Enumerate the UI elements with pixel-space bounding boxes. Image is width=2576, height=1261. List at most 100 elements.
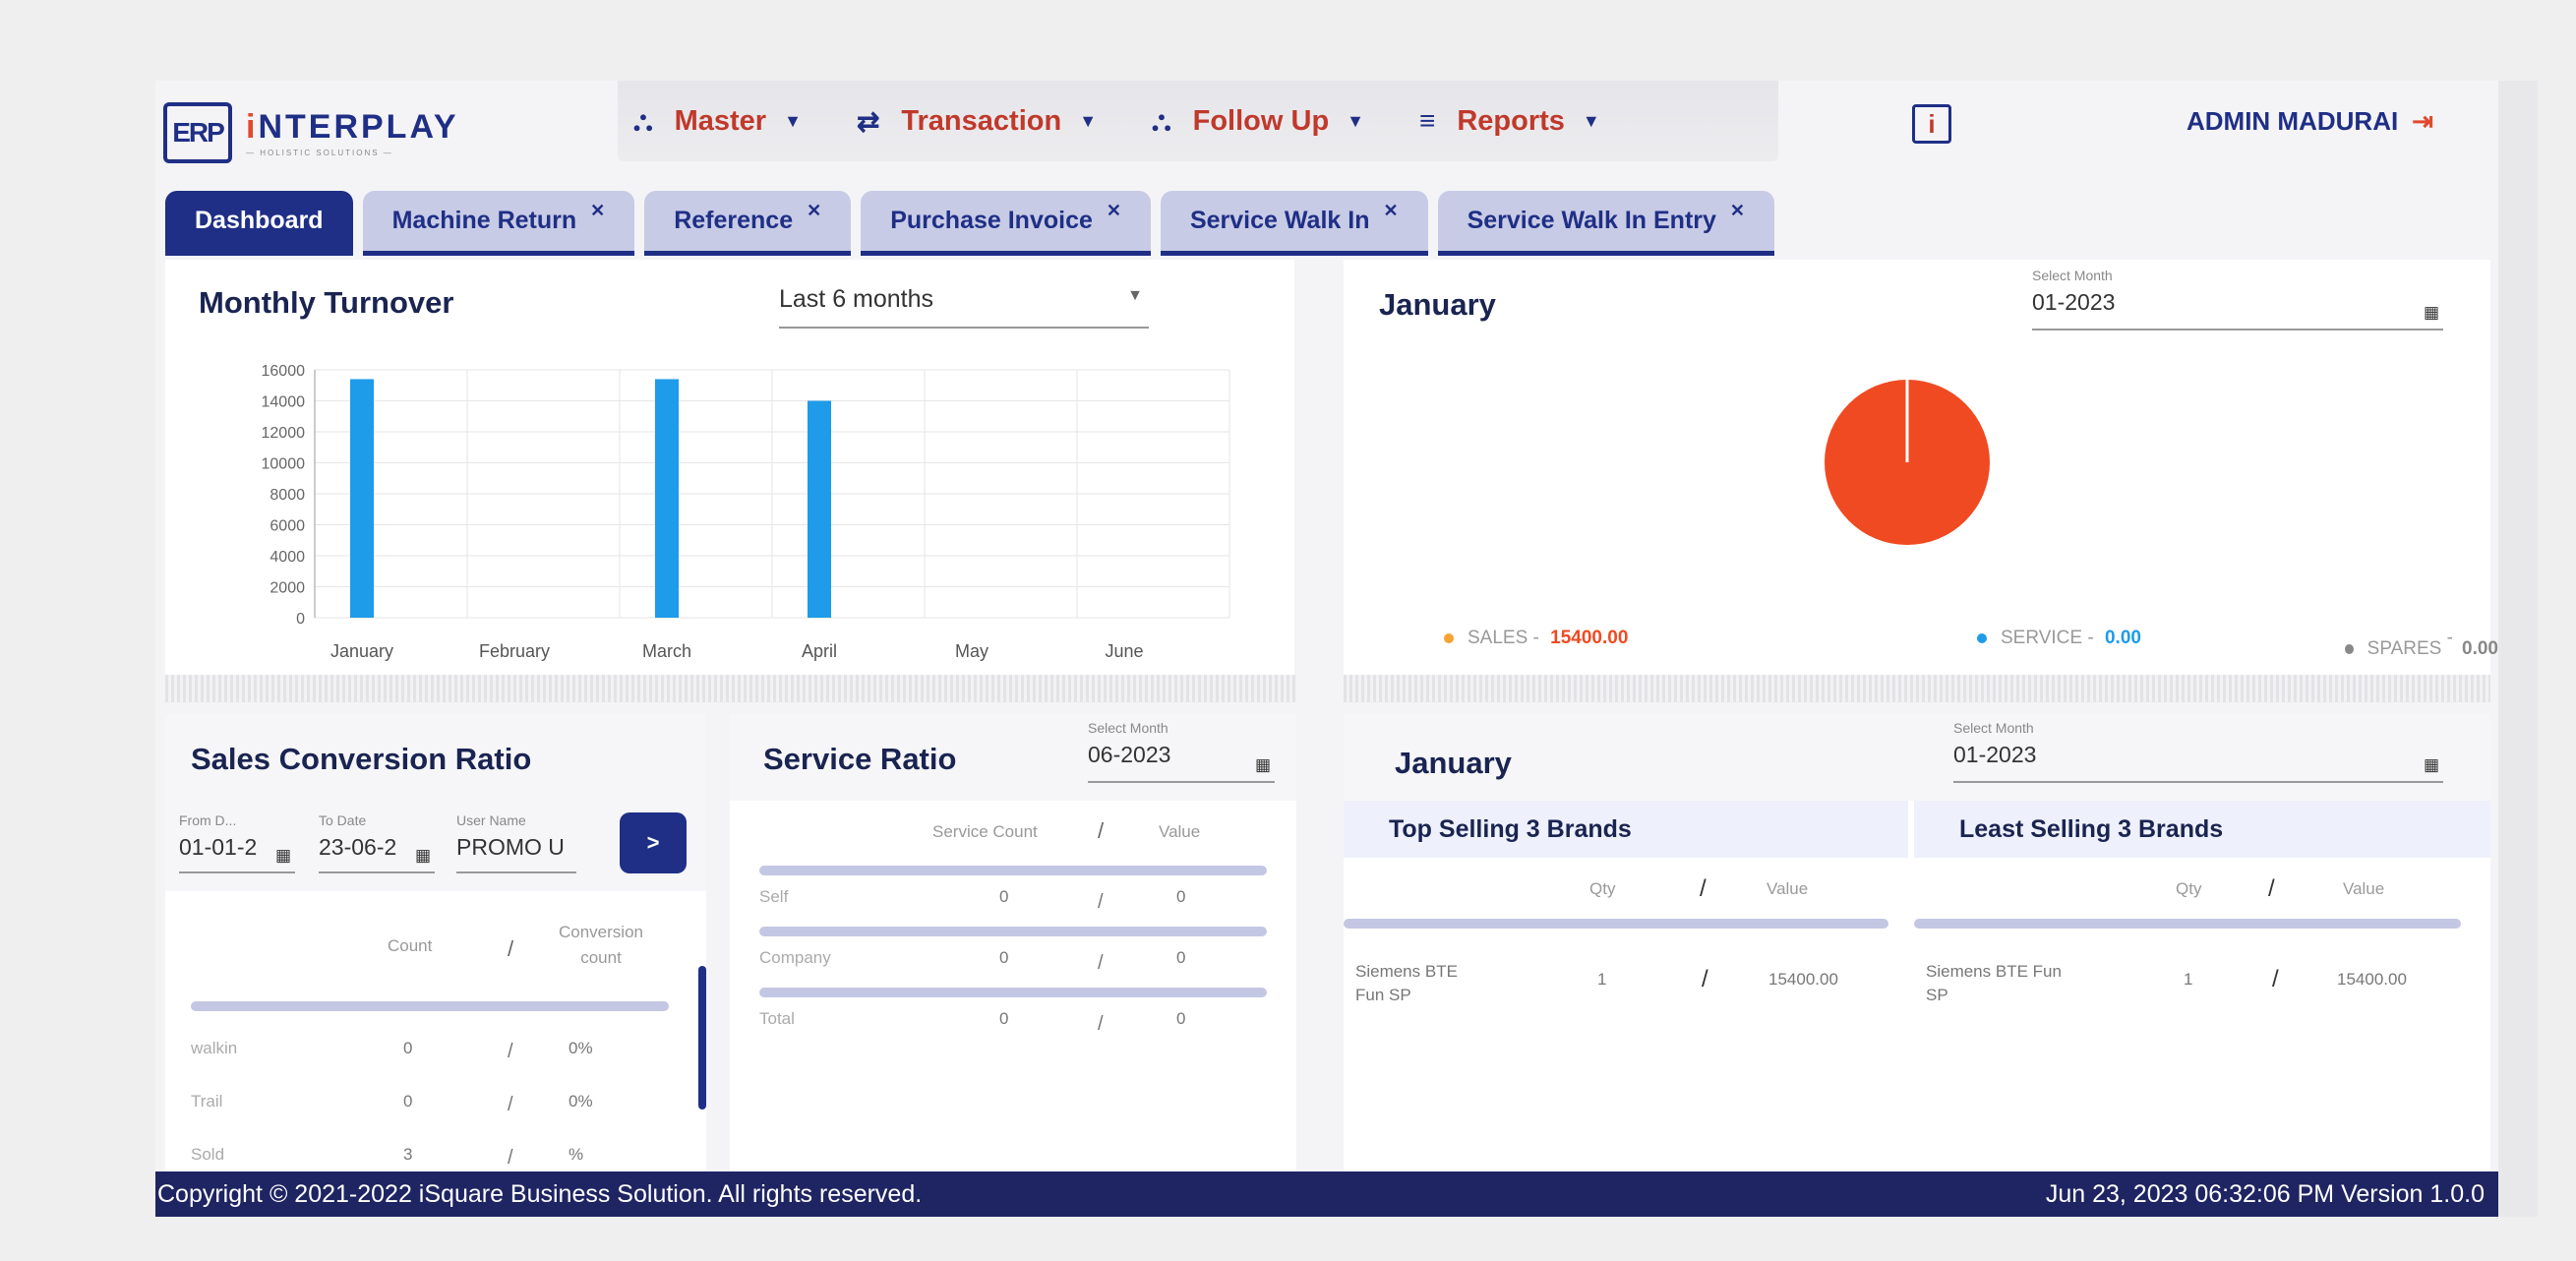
col-service-count-header: Service Count — [932, 822, 1038, 841]
least-selling-header: Least Selling 3 Brands — [1914, 801, 2490, 858]
x-tick-label: June — [1105, 641, 1143, 661]
calendar-icon[interactable]: ▦ — [275, 846, 291, 866]
pie-month-value: 01-2023 — [2032, 289, 2116, 315]
main-menu: ⛬ Master ▼ ⇄ Transaction ▼ ⛬ Follow Up ▼… — [618, 81, 1778, 161]
to-date-field[interactable]: To Date 23-06-2 ▦ — [319, 812, 435, 873]
bar-march — [655, 379, 679, 618]
logo-name: iNTERPLAY — [246, 108, 459, 146]
calendar-icon[interactable]: ▦ — [2424, 755, 2439, 775]
table-header-bar — [759, 866, 1267, 875]
y-tick-label: 0 — [296, 611, 305, 628]
close-icon[interactable]: ✕ — [590, 201, 605, 221]
y-tick-label: 2000 — [270, 580, 305, 597]
sales-conversion-panel: Sales Conversion Ratio From D... 01-01-2… — [165, 714, 706, 1176]
x-tick-label: March — [642, 641, 691, 661]
y-tick-label: 12000 — [262, 425, 306, 442]
x-tick-label: April — [802, 641, 837, 661]
table-row: Total — [759, 1009, 795, 1028]
logo-tagline: — HOLISTIC SOLUTIONS — — [246, 149, 393, 157]
table-row: walkin — [191, 1039, 238, 1057]
calendar-icon[interactable]: ▦ — [415, 846, 431, 866]
pie-month-field[interactable]: Select Month 01-2023 ▦ — [2032, 268, 2443, 330]
tab-service-walk-in[interactable]: Service Walk In ✕ — [1160, 191, 1428, 256]
tab-reference[interactable]: Reference ✕ — [644, 191, 852, 256]
service-month-field[interactable]: Select Month 06-2023 ▦ — [1088, 720, 1275, 783]
user-name-field[interactable]: User Name PROMO U — [456, 812, 576, 873]
user-menu[interactable]: ADMIN MADURAI ⇥ — [2187, 106, 2433, 137]
menu-transaction-label: Transaction — [901, 104, 1062, 137]
sales-conversion-title: Sales Conversion Ratio — [191, 742, 532, 776]
panel-divider — [165, 675, 1296, 702]
table-row: Siemens BTE Fun SP — [1355, 962, 1458, 1004]
period-select[interactable]: Last 6 months ▼ — [779, 281, 1149, 329]
calendar-icon[interactable]: ▦ — [2424, 303, 2439, 323]
legend-dot — [1444, 633, 1454, 643]
x-tick-label: May — [955, 641, 988, 661]
panel-divider — [1344, 675, 2490, 702]
caret-down-icon: ▼ — [1347, 110, 1364, 131]
monthly-turnover-panel: Monthly Turnover Last 6 months ▼ 0 2000 40… — [165, 260, 1294, 698]
period-select-value: Last 6 months — [779, 285, 934, 313]
y-tick-label: 6000 — [270, 518, 305, 535]
close-icon[interactable]: ✕ — [807, 201, 821, 221]
menu-reports[interactable]: ≡ Reports ▼ — [1419, 105, 1600, 138]
scrollbar-thumb[interactable] — [698, 966, 706, 1110]
close-icon[interactable]: ✕ — [1107, 201, 1121, 221]
brands-title: January — [1395, 746, 1512, 780]
menu-master[interactable]: ⛬ Master ▼ — [633, 105, 802, 138]
calendar-icon[interactable]: ▦ — [1255, 755, 1271, 775]
from-date-field[interactable]: From D... 01-01-2 ▦ — [179, 812, 295, 873]
y-tick-label: 8000 — [270, 487, 305, 504]
close-icon[interactable]: ✕ — [1383, 201, 1398, 221]
menu-follow-up[interactable]: ⛬ Follow Up ▼ — [1152, 105, 1364, 138]
legend-dot — [1977, 633, 1987, 643]
bar-january — [350, 379, 374, 618]
tab-machine-return[interactable]: Machine Return ✕ — [362, 191, 635, 256]
monthly-turnover-title: Monthly Turnover — [199, 285, 454, 320]
erp-logo-icon: ERP — [163, 102, 232, 163]
tab-service-walk-in-entry[interactable]: Service Walk In Entry ✕ — [1437, 191, 1775, 256]
logout-icon[interactable]: ⇥ — [2412, 106, 2433, 137]
sitemap-icon: ⛬ — [1152, 104, 1171, 136]
tab-purchase-invoice[interactable]: Purchase Invoice ✕ — [861, 191, 1151, 256]
table-row: Self — [759, 887, 789, 906]
footer: Copyright © 2021-2022 iSquare Business S… — [155, 1171, 2498, 1217]
exchange-icon: ⇄ — [856, 105, 880, 137]
col-conversion-header: Conversion count — [559, 923, 643, 967]
top-selling-header: Top Selling 3 Brands — [1344, 801, 1908, 858]
x-tick-label: January — [330, 641, 393, 661]
close-icon[interactable]: ✕ — [1730, 201, 1745, 221]
menu-master-label: Master — [674, 104, 767, 137]
legend-sales: SALES - 15400.00 — [1444, 628, 1628, 649]
col-value-header: Value — [1159, 822, 1201, 841]
col-count-header: Count — [388, 936, 433, 955]
user-name: ADMIN MADURAI — [2187, 106, 2399, 136]
table-header-bar — [191, 1001, 669, 1011]
apply-filter-button[interactable]: > — [620, 812, 687, 873]
caret-down-icon: ▼ — [1079, 110, 1098, 131]
logo[interactable]: ERP iNTERPLAY — HOLISTIC SOLUTIONS — — [163, 102, 459, 163]
caret-down-icon: ▼ — [1582, 110, 1600, 131]
y-tick-label: 4000 — [270, 549, 305, 566]
pie-month-label: Select Month — [2032, 268, 2113, 283]
january-pie-chart — [1825, 380, 1990, 545]
window-edge — [2498, 81, 2538, 1217]
info-icon[interactable]: i — [1912, 104, 1951, 144]
table-row: Trail — [191, 1092, 223, 1111]
service-ratio-title: Service Ratio — [763, 742, 957, 776]
menu-transaction[interactable]: ⇄ Transaction ▼ — [857, 105, 1097, 138]
caret-down-icon: ▼ — [1127, 287, 1143, 304]
list-icon: ≡ — [1418, 105, 1436, 136]
app-window: ERP iNTERPLAY — HOLISTIC SOLUTIONS — ⛬ M… — [155, 81, 2498, 1217]
y-tick-label: 16000 — [262, 363, 306, 380]
datetime-version: Jun 23, 2023 06:32:06 PM Version 1.0.0 — [2045, 1179, 2485, 1208]
brands-panel: January Select Month 01-2023 ▦ Top Selli… — [1344, 714, 2490, 1176]
sitemap-icon: ⛬ — [633, 104, 653, 136]
tab-dashboard[interactable]: Dashboard — [165, 191, 353, 256]
table-row: Siemens BTE Fun SP — [1926, 962, 2062, 1004]
tab-bar: Dashboard Machine Return ✕ Reference ✕ Pur… — [165, 187, 1784, 256]
y-tick-label: 10000 — [262, 456, 306, 473]
menu-reports-label: Reports — [1457, 104, 1565, 137]
brands-month-field[interactable]: Select Month 01-2023 ▦ — [1953, 720, 2443, 783]
top-bar: ERP iNTERPLAY — HOLISTIC SOLUTIONS — ⛬ M… — [155, 81, 2498, 187]
